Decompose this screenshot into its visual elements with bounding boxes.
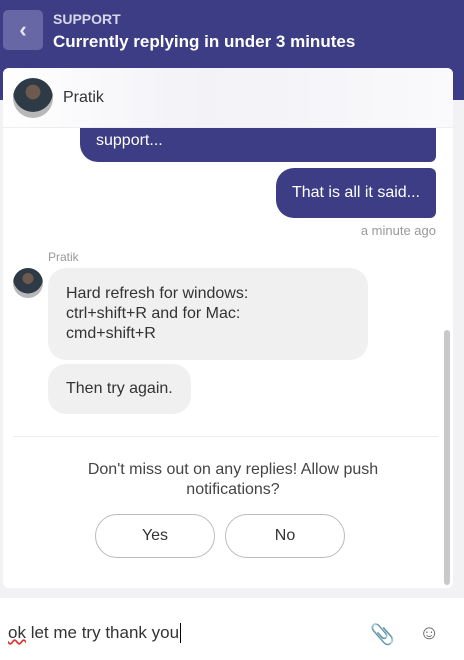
input-text: let me try thank you [25,623,180,642]
paperclip-icon[interactable]: 📎 [370,622,395,647]
agent-bar: Pratik [3,68,453,128]
message-line: cmd+shift+R [66,325,156,342]
composer: ok let me try thank you 📎 ☺ [0,598,464,660]
message-line: ctrl+shift+R and for Mac: [66,305,241,322]
message-timestamp: a minute ago [360,223,436,238]
message-input[interactable]: ok let me try thank you [8,623,182,643]
sender-name: Pratik [48,250,79,264]
divider [13,436,438,437]
chevron-left-icon: ‹ [19,17,27,42]
message-text: Then try again. [66,380,173,397]
smiley-icon[interactable]: ☺ [419,622,439,645]
back-button[interactable]: ‹ [3,10,43,50]
outgoing-message: That is all it said... [275,168,436,218]
push-notification-prompt: Don't miss out on any replies! Allow pus… [87,461,379,498]
header-title: Currently replying in under 3 minutes [53,32,356,51]
scrollbar[interactable] [444,330,450,585]
yes-button[interactable]: Yes [95,514,215,558]
misspelled-word: ok [8,623,26,642]
agent-name: Pratik [63,89,104,106]
message-text: That is all it said... [291,184,420,201]
message-text: support... [96,132,163,149]
incoming-message: Hard refresh for windows: ctrl+shift+R an… [48,268,368,360]
agent-avatar [13,78,53,118]
incoming-message: Then try again. [48,364,191,414]
conversation-panel: Pratik support... That is all it said...… [3,68,453,588]
sender-avatar [13,268,43,298]
message-line: Hard refresh for windows: [66,285,249,302]
no-button[interactable]: No [225,514,345,558]
header-subtitle: SUPPORT [53,11,121,27]
